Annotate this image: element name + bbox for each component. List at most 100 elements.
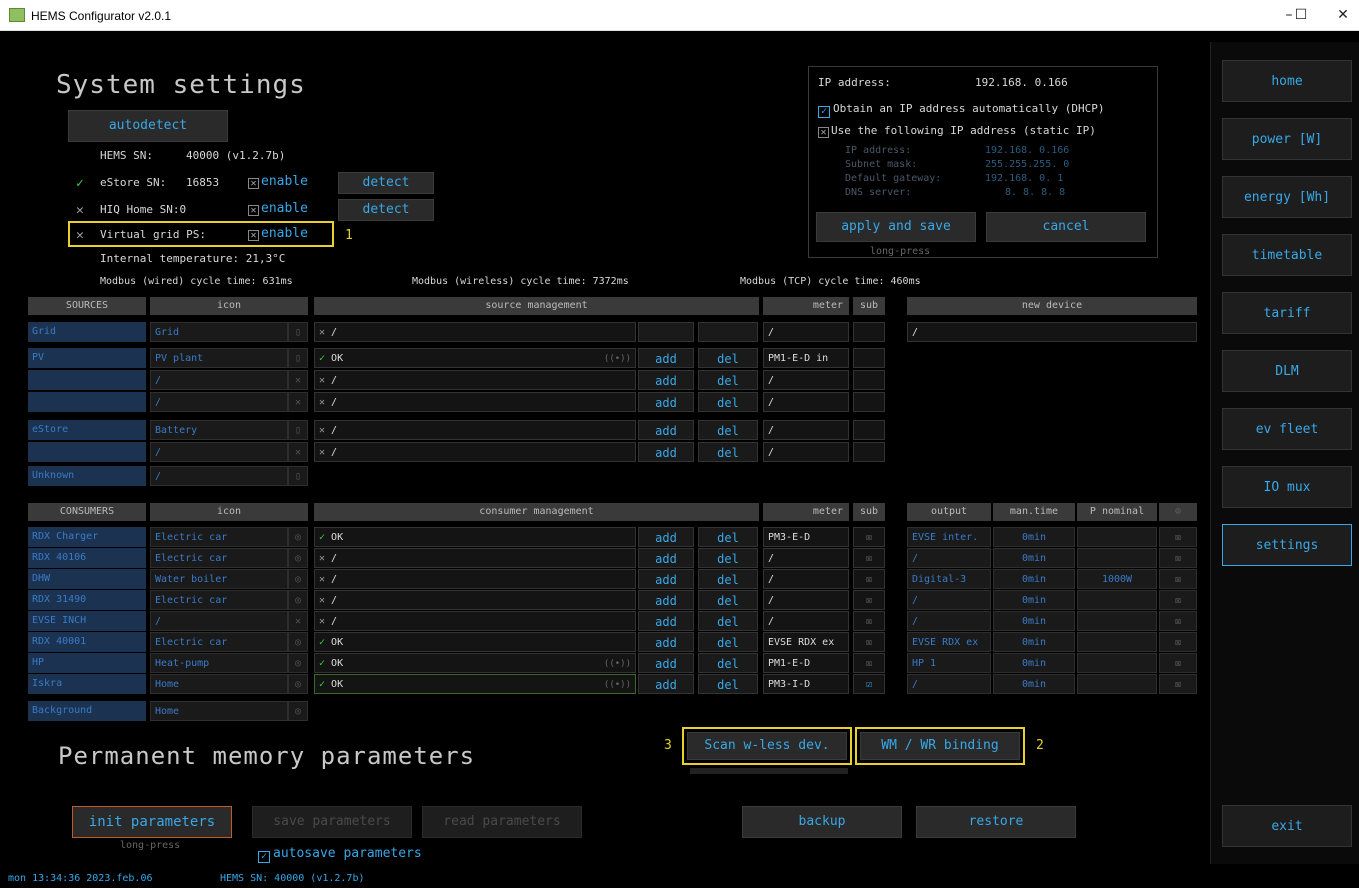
consumer-icon-select[interactable]: Home xyxy=(150,674,288,694)
add-button[interactable]: add xyxy=(638,420,694,440)
static-ip-checkbox[interactable]: ✕ Use the following IP address (static IP… xyxy=(818,124,1096,138)
sub-cell[interactable] xyxy=(853,392,885,412)
delete-button[interactable]: del xyxy=(698,590,758,610)
add-button[interactable]: add xyxy=(638,590,694,610)
sub-checkbox[interactable]: ☒ xyxy=(853,632,885,652)
sub-cell[interactable] xyxy=(853,322,885,342)
sub-checkbox[interactable]: ☒ xyxy=(853,548,885,568)
source-name[interactable]: Unknown xyxy=(28,466,146,486)
source-name[interactable]: eStore xyxy=(28,420,146,440)
source-icon-select[interactable]: / xyxy=(150,370,288,390)
output-cell[interactable]: / xyxy=(907,611,991,631)
man-time-cell[interactable]: 0min xyxy=(993,590,1075,610)
meter-cell[interactable]: EVSE RDX ex xyxy=(763,632,849,652)
read-parameters-button[interactable]: read parameters xyxy=(422,806,582,838)
delete-button[interactable]: del xyxy=(698,611,758,631)
p-nominal-cell[interactable] xyxy=(1077,674,1157,694)
man-time-cell[interactable]: 0min xyxy=(993,674,1075,694)
add-button[interactable]: add xyxy=(638,674,694,694)
meter-cell[interactable]: / xyxy=(763,442,849,462)
consumer-management-cell[interactable]: ✕ / xyxy=(314,569,636,589)
man-time-cell[interactable]: 0min xyxy=(993,548,1075,568)
consumer-name[interactable]: Background xyxy=(28,701,146,721)
apply-and-save-button[interactable]: apply and save xyxy=(816,212,976,242)
sub-checkbox[interactable]: ☒ xyxy=(853,527,885,547)
output-cell[interactable]: EVSE inter. xyxy=(907,527,991,547)
output-cell[interactable]: / xyxy=(907,590,991,610)
nav-ev-fleet[interactable]: ev fleet xyxy=(1222,408,1352,450)
man-time-cell[interactable]: 0min xyxy=(993,527,1075,547)
consumer-name[interactable]: RDX Charger xyxy=(28,527,146,547)
p-nominal-cell[interactable] xyxy=(1077,590,1157,610)
man-time-cell[interactable]: 0min xyxy=(993,611,1075,631)
meter-cell[interactable]: PM1-E-D xyxy=(763,653,849,673)
hiq-enable-checkbox[interactable]: ✕ enable xyxy=(248,201,308,216)
source-icon-select[interactable]: Grid xyxy=(150,322,288,342)
backup-button[interactable]: backup xyxy=(742,806,902,838)
delete-button[interactable]: del xyxy=(698,348,758,368)
cancel-button[interactable]: cancel xyxy=(986,212,1146,242)
row-x-icon[interactable]: ☒ xyxy=(1159,590,1197,610)
delete-button[interactable]: del xyxy=(698,370,758,390)
source-name[interactable]: PV xyxy=(28,348,146,368)
field-gateway-value[interactable]: 192.168. 0. 1 xyxy=(985,173,1063,184)
add-button[interactable]: add xyxy=(638,548,694,568)
consumer-name[interactable]: RDX 40001 xyxy=(28,632,146,652)
meter-cell[interactable]: PM1-E-D in xyxy=(763,348,849,368)
p-nominal-cell[interactable] xyxy=(1077,632,1157,652)
consumer-management-cell[interactable]: ✓ OK ((•)) xyxy=(314,653,636,673)
consumer-icon-select[interactable]: / xyxy=(150,611,288,631)
add-button[interactable]: add xyxy=(638,527,694,547)
field-dns-value[interactable]: 8. 8. 8. 8 xyxy=(1005,187,1065,198)
row-x-icon[interactable]: ☒ xyxy=(1159,674,1197,694)
sub-cell[interactable] xyxy=(853,348,885,368)
source-name[interactable] xyxy=(28,370,146,390)
meter-cell[interactable]: / xyxy=(763,322,849,342)
consumer-name[interactable]: RDX 40106 xyxy=(28,548,146,568)
output-cell[interactable]: Digital-3 xyxy=(907,569,991,589)
add-button[interactable]: add xyxy=(638,569,694,589)
hiq-detect-button[interactable]: detect xyxy=(338,199,434,221)
row-x-icon[interactable]: ☒ xyxy=(1159,527,1197,547)
man-time-cell[interactable]: 0min xyxy=(993,632,1075,652)
output-cell[interactable]: / xyxy=(907,674,991,694)
meter-cell[interactable]: PM3-E-D xyxy=(763,527,849,547)
meter-cell[interactable]: / xyxy=(763,548,849,568)
delete-button[interactable]: del xyxy=(698,632,758,652)
nav-power--w-[interactable]: power [W] xyxy=(1222,118,1352,160)
consumer-name[interactable]: HP xyxy=(28,653,146,673)
p-nominal-cell[interactable]: 1000W xyxy=(1077,569,1157,589)
source-management-cell[interactable]: ✕ / xyxy=(314,322,636,342)
maximize-button[interactable]: ☐ xyxy=(1278,0,1324,31)
nav-settings[interactable]: settings xyxy=(1222,524,1352,566)
source-management-cell[interactable]: ✕ / xyxy=(314,420,636,440)
consumer-icon-select[interactable]: Electric car xyxy=(150,548,288,568)
consumer-icon-select[interactable]: Electric car xyxy=(150,590,288,610)
exit-button[interactable]: exit xyxy=(1222,805,1352,847)
meter-cell[interactable]: / xyxy=(763,611,849,631)
sub-checkbox[interactable]: ☒ xyxy=(853,653,885,673)
consumer-icon-select[interactable]: Home xyxy=(150,701,288,721)
meter-cell[interactable]: / xyxy=(763,370,849,390)
sub-cell[interactable] xyxy=(853,442,885,462)
consumer-management-cell[interactable]: ✓ OK ((•)) xyxy=(314,674,636,694)
delete-button[interactable] xyxy=(698,322,758,342)
add-button[interactable]: add xyxy=(638,370,694,390)
consumer-management-cell[interactable]: ✕ / xyxy=(314,548,636,568)
meter-cell[interactable]: / xyxy=(763,420,849,440)
sub-cell[interactable] xyxy=(853,420,885,440)
source-name[interactable] xyxy=(28,442,146,462)
add-button[interactable]: add xyxy=(638,611,694,631)
p-nominal-cell[interactable] xyxy=(1077,611,1157,631)
nav-home[interactable]: home xyxy=(1222,60,1352,102)
field-mask-value[interactable]: 255.255.255. 0 xyxy=(985,159,1069,170)
autosave-checkbox[interactable]: ✓ autosave parameters xyxy=(258,846,422,863)
field-ip-value[interactable]: 192.168. 0.166 xyxy=(985,145,1069,156)
source-name[interactable]: Grid xyxy=(28,322,146,342)
dhcp-checkbox[interactable]: ✓ Obtain an IP address automatically (DHC… xyxy=(818,102,1105,118)
add-button[interactable] xyxy=(638,322,694,342)
nav-tariff[interactable]: tariff xyxy=(1222,292,1352,334)
source-management-cell[interactable]: ✕ / xyxy=(314,392,636,412)
source-icon-select[interactable]: / xyxy=(150,442,288,462)
add-button[interactable]: add xyxy=(638,632,694,652)
